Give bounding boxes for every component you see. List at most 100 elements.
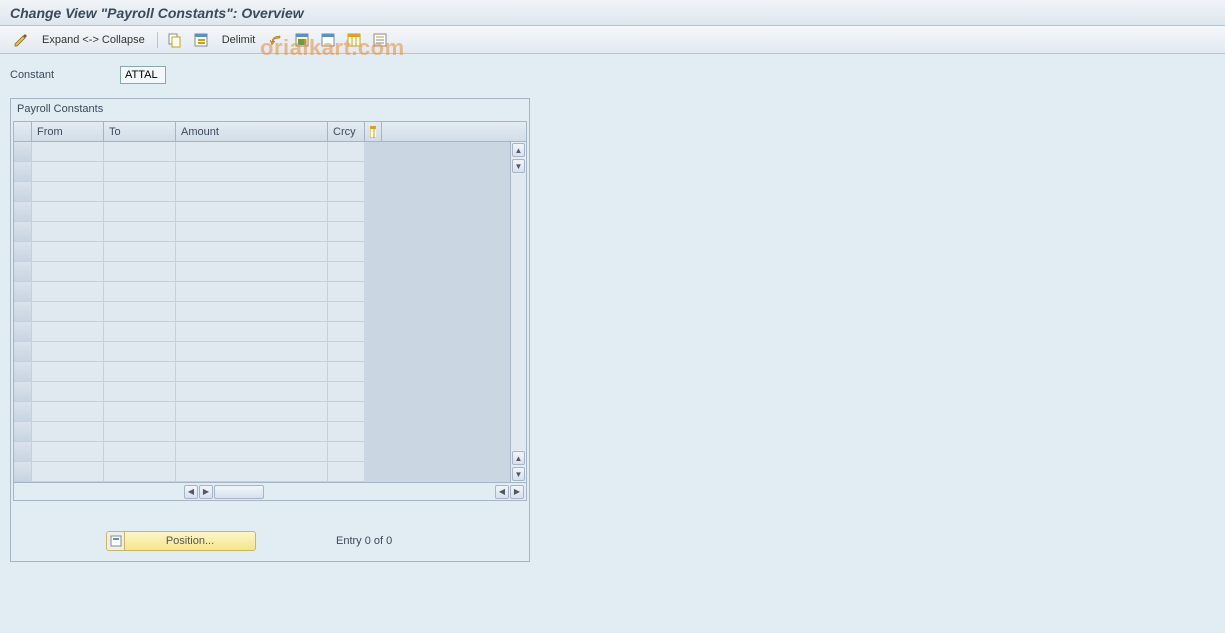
cell-to[interactable] [104,282,176,301]
cell-to[interactable] [104,382,176,401]
cell-crcy[interactable] [328,322,364,341]
cell-from[interactable] [32,142,104,161]
scroll-track[interactable] [511,174,526,450]
cell-crcy[interactable] [328,462,364,481]
cell-amount[interactable] [176,382,328,401]
row-selector[interactable] [14,462,32,481]
row-selector[interactable] [14,242,32,261]
scroll-up-button[interactable]: ▲ [512,143,525,157]
cell-from[interactable] [32,362,104,381]
cell-from[interactable] [32,162,104,181]
cell-to[interactable] [104,262,176,281]
cell-crcy[interactable] [328,342,364,361]
cell-from[interactable] [32,422,104,441]
cell-amount[interactable] [176,442,328,461]
scroll-right-end-button[interactable]: ▶ [510,485,524,499]
cell-amount[interactable] [176,462,328,481]
row-selector[interactable] [14,362,32,381]
cell-amount[interactable] [176,362,328,381]
cell-crcy[interactable] [328,262,364,281]
cell-crcy[interactable] [328,442,364,461]
cell-to[interactable] [104,422,176,441]
print-button[interactable] [369,30,391,50]
column-header-from[interactable]: From [32,122,104,141]
cell-crcy[interactable] [328,362,364,381]
row-selector[interactable] [14,282,32,301]
cell-amount[interactable] [176,242,328,261]
cell-crcy[interactable] [328,282,364,301]
cell-from[interactable] [32,462,104,481]
cell-to[interactable] [104,322,176,341]
cell-to[interactable] [104,242,176,261]
row-selector[interactable] [14,222,32,241]
row-selector[interactable] [14,182,32,201]
row-selector[interactable] [14,202,32,221]
cell-crcy[interactable] [328,182,364,201]
row-selector[interactable] [14,162,32,181]
cell-crcy[interactable] [328,382,364,401]
cell-to[interactable] [104,182,176,201]
deselect-all-button[interactable] [317,30,339,50]
constant-input[interactable] [120,66,166,84]
table-config-button[interactable] [364,122,382,141]
cell-to[interactable] [104,442,176,461]
cell-crcy[interactable] [328,302,364,321]
cell-from[interactable] [32,182,104,201]
cell-crcy[interactable] [328,222,364,241]
cell-from[interactable] [32,342,104,361]
row-selector[interactable] [14,302,32,321]
cell-to[interactable] [104,202,176,221]
cell-crcy[interactable] [328,242,364,261]
cell-from[interactable] [32,302,104,321]
cell-amount[interactable] [176,202,328,221]
vertical-scrollbar[interactable]: ▲ ▼ ▲ ▼ [510,142,526,482]
cell-to[interactable] [104,402,176,421]
cell-amount[interactable] [176,282,328,301]
row-selector[interactable] [14,142,32,161]
cell-amount[interactable] [176,322,328,341]
cell-from[interactable] [32,202,104,221]
cell-crcy[interactable] [328,202,364,221]
cell-from[interactable] [32,222,104,241]
scroll-page-down-button[interactable]: ▲ [512,451,525,465]
cell-amount[interactable] [176,422,328,441]
toggle-display-change-button[interactable] [10,30,32,50]
scroll-right-button[interactable]: ▶ [199,485,213,499]
row-selector[interactable] [14,342,32,361]
cell-amount[interactable] [176,182,328,201]
scroll-left-end-button[interactable]: ◀ [495,485,509,499]
cell-from[interactable] [32,282,104,301]
row-selector[interactable] [14,322,32,341]
row-selector[interactable] [14,402,32,421]
scroll-page-up-button[interactable]: ▼ [512,159,525,173]
row-selector[interactable] [14,442,32,461]
cell-crcy[interactable] [328,402,364,421]
row-selector[interactable] [14,382,32,401]
column-header-select[interactable] [14,122,32,141]
undo-button[interactable] [265,30,287,50]
cell-from[interactable] [32,442,104,461]
cell-to[interactable] [104,222,176,241]
cell-to[interactable] [104,462,176,481]
cell-from[interactable] [32,402,104,421]
cell-crcy[interactable] [328,162,364,181]
cell-amount[interactable] [176,262,328,281]
cell-amount[interactable] [176,302,328,321]
expand-collapse-button[interactable]: Expand <-> Collapse [36,30,151,50]
cell-amount[interactable] [176,142,328,161]
column-header-amount[interactable]: Amount [176,122,328,141]
cell-to[interactable] [104,142,176,161]
row-selector[interactable] [14,422,32,441]
column-header-to[interactable]: To [104,122,176,141]
cell-to[interactable] [104,302,176,321]
position-button[interactable]: Position... [106,531,256,551]
cell-from[interactable] [32,262,104,281]
cell-to[interactable] [104,342,176,361]
select-block-button[interactable] [291,30,313,50]
cell-from[interactable] [32,242,104,261]
cell-from[interactable] [32,322,104,341]
config-button[interactable] [343,30,365,50]
delimit-button[interactable]: Delimit [216,30,262,50]
cell-to[interactable] [104,362,176,381]
scroll-down-button[interactable]: ▼ [512,467,525,481]
